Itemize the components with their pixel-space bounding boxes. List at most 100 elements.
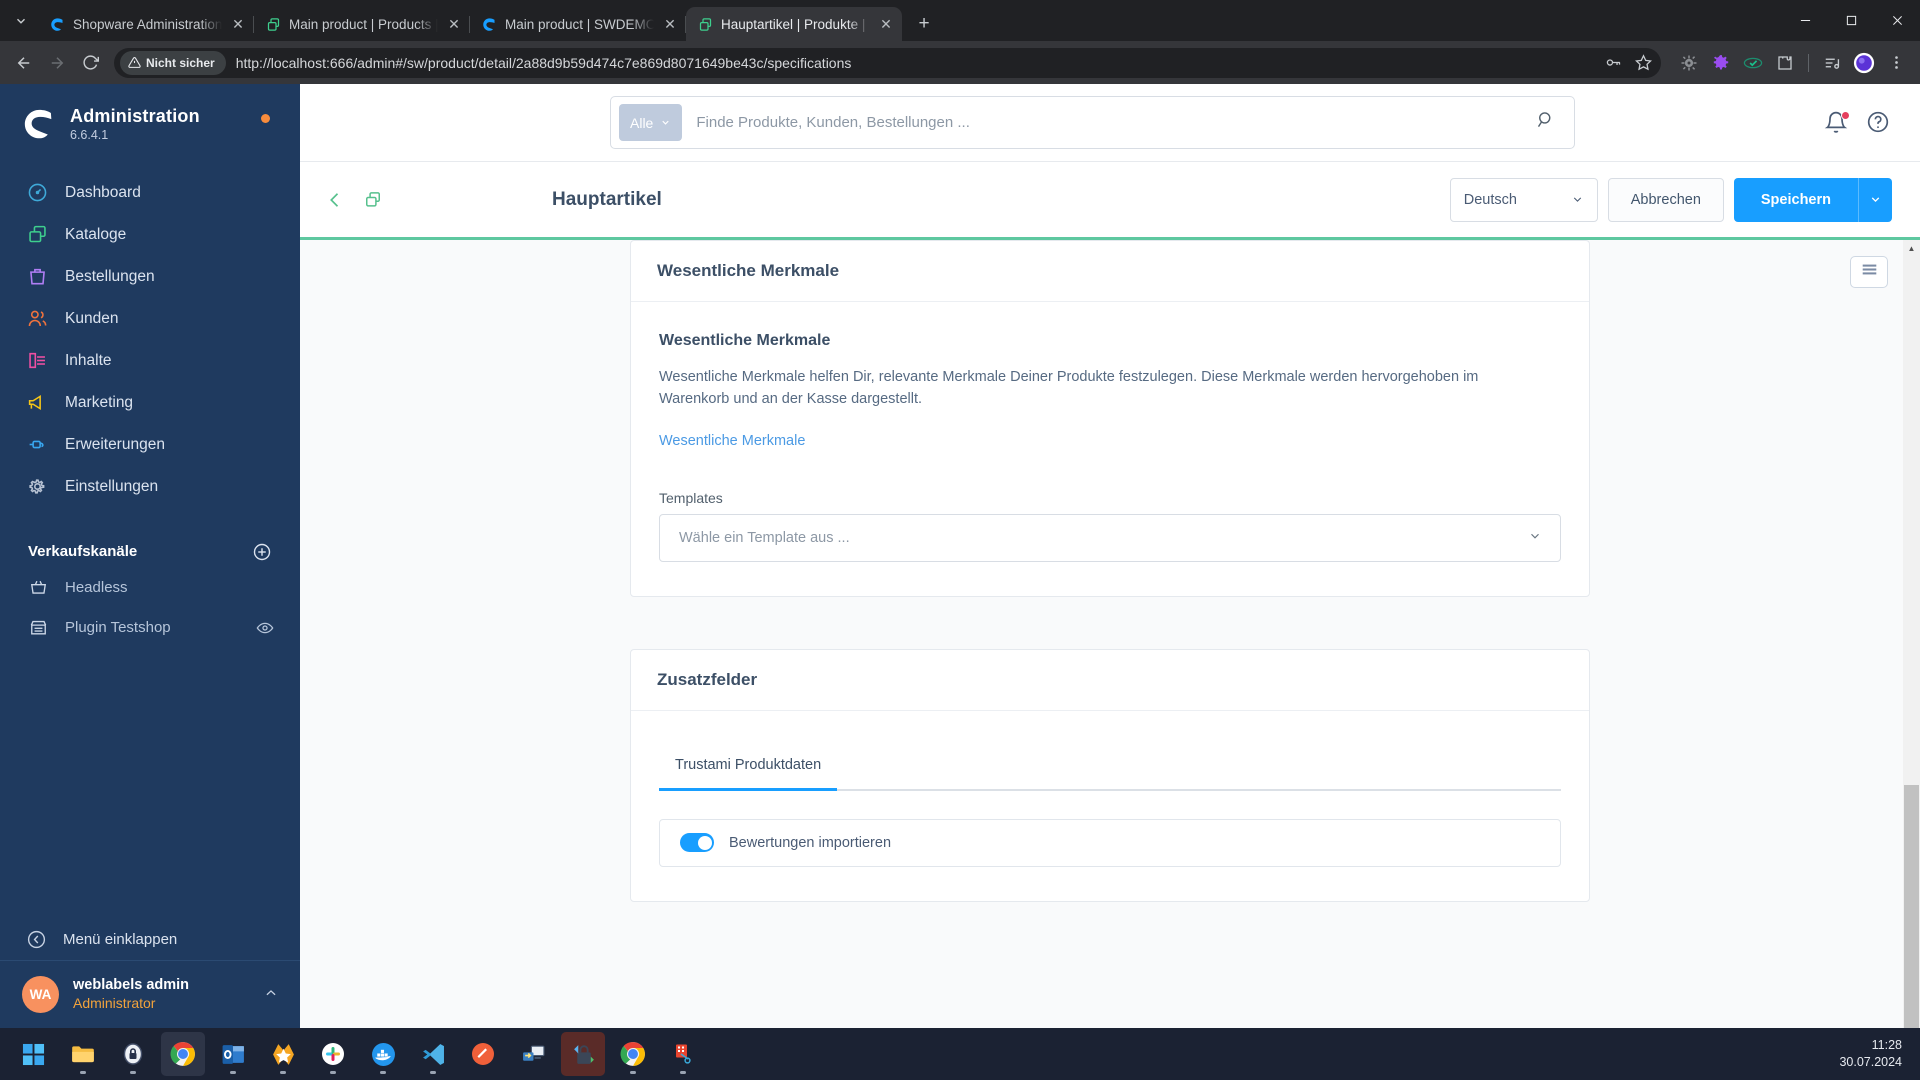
scrollbar-thumb[interactable] — [1904, 785, 1919, 1028]
extension-puzzle-icon[interactable] — [1770, 48, 1800, 78]
sidebar-item-plugin-testshop[interactable]: Plugin Testshop — [0, 608, 300, 648]
sidebar-item-marketing[interactable]: Marketing — [0, 382, 300, 424]
extension-check-icon[interactable] — [1738, 48, 1768, 78]
search-input[interactable] — [682, 114, 1536, 131]
security-label: Nicht sicher — [146, 55, 215, 70]
new-tab-button[interactable]: + — [910, 10, 938, 38]
taskbar-slack[interactable] — [311, 1032, 355, 1076]
address-bar[interactable]: Nicht sicher http://localhost:666/admin#… — [114, 47, 1661, 78]
sidebar-item-bestellungen[interactable]: Bestellungen — [0, 256, 300, 298]
tab-search-button[interactable] — [4, 0, 38, 41]
avatar: WA — [22, 976, 59, 1013]
taskbar-google-chrome[interactable] — [161, 1032, 205, 1076]
content-icon — [26, 350, 48, 372]
close-window-icon[interactable] — [1874, 0, 1920, 41]
search-scope-dropdown[interactable]: Alle — [619, 104, 683, 141]
taskbar-secure-vault[interactable] — [561, 1032, 605, 1076]
sidebar-item-einstellungen[interactable]: Einstellungen — [0, 466, 300, 508]
taskbar-vs-code[interactable] — [411, 1032, 455, 1076]
chevron-down-icon — [662, 120, 670, 125]
minimize-icon[interactable] — [1782, 0, 1828, 41]
content-menu-button[interactable] — [1850, 256, 1888, 288]
sidebar-item-label: Inhalte — [65, 351, 112, 369]
save-button[interactable]: Speichern — [1733, 177, 1858, 222]
clock-time: 11:28 — [1871, 1038, 1902, 1053]
sidebar-item-inhalte[interactable]: Inhalte — [0, 340, 300, 382]
reload-icon[interactable] — [75, 48, 105, 78]
bookmark-star-icon[interactable] — [1629, 49, 1657, 77]
language-select[interactable]: Deutsch — [1449, 177, 1598, 222]
password-key-icon[interactable] — [1599, 49, 1627, 77]
taskbar-postman[interactable] — [461, 1032, 505, 1076]
close-icon[interactable]: ✕ — [662, 16, 678, 32]
start-button[interactable] — [11, 1032, 55, 1076]
taskbar-outlook[interactable] — [211, 1032, 255, 1076]
essential-characteristics-link[interactable]: Wesentliche Merkmale — [659, 433, 805, 449]
taskbar-chrome-second[interactable] — [611, 1032, 655, 1076]
sidebar-section-title: Verkaufskanäle — [28, 543, 138, 561]
chevron-up-icon[interactable] — [264, 986, 278, 1003]
back-to-list-icon[interactable] — [324, 189, 346, 211]
url-text[interactable]: http://localhost:666/admin#/sw/product/d… — [232, 55, 1593, 71]
sidebar-item-kunden[interactable]: Kunden — [0, 298, 300, 340]
taskbar-clock[interactable]: 11:28 30.07.2024 — [1839, 1037, 1902, 1071]
browser-tab[interactable]: Main product | Products | Shop ✕ — [254, 7, 470, 41]
sidebar-item-label: Erweiterungen — [65, 435, 165, 453]
duplicate-icon[interactable] — [362, 189, 384, 211]
tab-trustami-produktdaten[interactable]: Trustami Produktdaten — [659, 757, 838, 791]
close-icon[interactable]: ✕ — [446, 16, 462, 32]
close-icon[interactable]: ✕ — [230, 16, 246, 32]
sidebar-user-panel[interactable]: WA weblabels admin Administrator — [0, 960, 300, 1028]
template-select-placeholder: Wähle ein Template aus ... — [679, 529, 850, 546]
template-select[interactable]: Wähle ein Template aus ... — [659, 513, 1561, 562]
extension-bug-icon[interactable] — [1674, 48, 1704, 78]
sidebar-item-erweiterungen[interactable]: Erweiterungen — [0, 424, 300, 466]
toggle-knob — [697, 835, 712, 850]
sidebar-item-kataloge[interactable]: Kataloge — [0, 214, 300, 256]
taskbar-remote-desktop[interactable] — [511, 1032, 555, 1076]
global-search[interactable]: Alle — [610, 96, 1575, 149]
import-reviews-row[interactable]: Bewertungen importieren — [659, 818, 1561, 867]
help-circle-icon[interactable] — [1866, 110, 1892, 136]
import-reviews-toggle[interactable] — [680, 833, 714, 853]
storefront-icon — [28, 618, 48, 638]
security-badge[interactable]: Nicht sicher — [120, 50, 226, 75]
search-icon[interactable] — [1536, 110, 1560, 135]
plugin-icon — [26, 434, 48, 456]
more-vertical-icon[interactable] — [1881, 48, 1911, 78]
sidebar-collapse-button[interactable]: Menü einklappen — [0, 919, 300, 960]
close-icon[interactable]: ✕ — [878, 16, 894, 32]
forward-icon[interactable] — [42, 48, 72, 78]
browser-tab[interactable]: Main product | SWDEMO10001 ✕ — [470, 7, 686, 41]
basket-icon — [28, 578, 48, 598]
profile-avatar-icon[interactable] — [1849, 48, 1879, 78]
maximize-icon[interactable] — [1828, 0, 1874, 41]
sidebar-item-dashboard[interactable]: Dashboard — [0, 172, 300, 214]
browser-tab-active[interactable]: Hauptartikel | Produkte | Shopw ✕ — [686, 7, 902, 41]
sidebar-brand[interactable]: Administration 6.6.4.1 — [0, 84, 300, 142]
bell-icon[interactable] — [1824, 110, 1850, 136]
taskbar-keepass[interactable] — [111, 1032, 155, 1076]
save-options-chevron-icon[interactable] — [1858, 177, 1892, 222]
media-list-icon[interactable] — [1817, 48, 1847, 78]
scroll-up-arrow-icon[interactable]: ▲ — [1903, 240, 1920, 257]
sidebar-item-headless[interactable]: Headless — [0, 568, 300, 608]
taskbar-star-app[interactable] — [261, 1032, 305, 1076]
chrome-icon — [170, 1041, 196, 1067]
cancel-button[interactable]: Abbrechen — [1607, 177, 1724, 222]
taskbar-docker[interactable] — [361, 1032, 405, 1076]
content-scroll-area[interactable]: Wesentliche Merkmale Wesentliche Merkmal… — [300, 240, 1920, 1028]
extension-gear-icon[interactable] — [1706, 48, 1736, 78]
visibility-eye-icon[interactable] — [256, 619, 274, 637]
postman-icon — [470, 1041, 496, 1067]
content-scrollbar[interactable]: ▲ — [1903, 240, 1920, 1028]
extension-toolbar — [1670, 48, 1911, 78]
menu-lines-icon — [1861, 263, 1878, 281]
taskbar-file-explorer[interactable] — [61, 1032, 105, 1076]
taskbar-snipping-tool[interactable] — [661, 1032, 705, 1076]
add-sales-channel-icon[interactable] — [252, 542, 272, 562]
card-zusatzfelder: Zusatzfelder Trustami Produktdaten Bewer… — [630, 648, 1590, 902]
notification-badge — [1841, 110, 1850, 120]
browser-tab[interactable]: Shopware Administration ✕ — [38, 7, 254, 41]
back-icon[interactable] — [9, 48, 39, 78]
